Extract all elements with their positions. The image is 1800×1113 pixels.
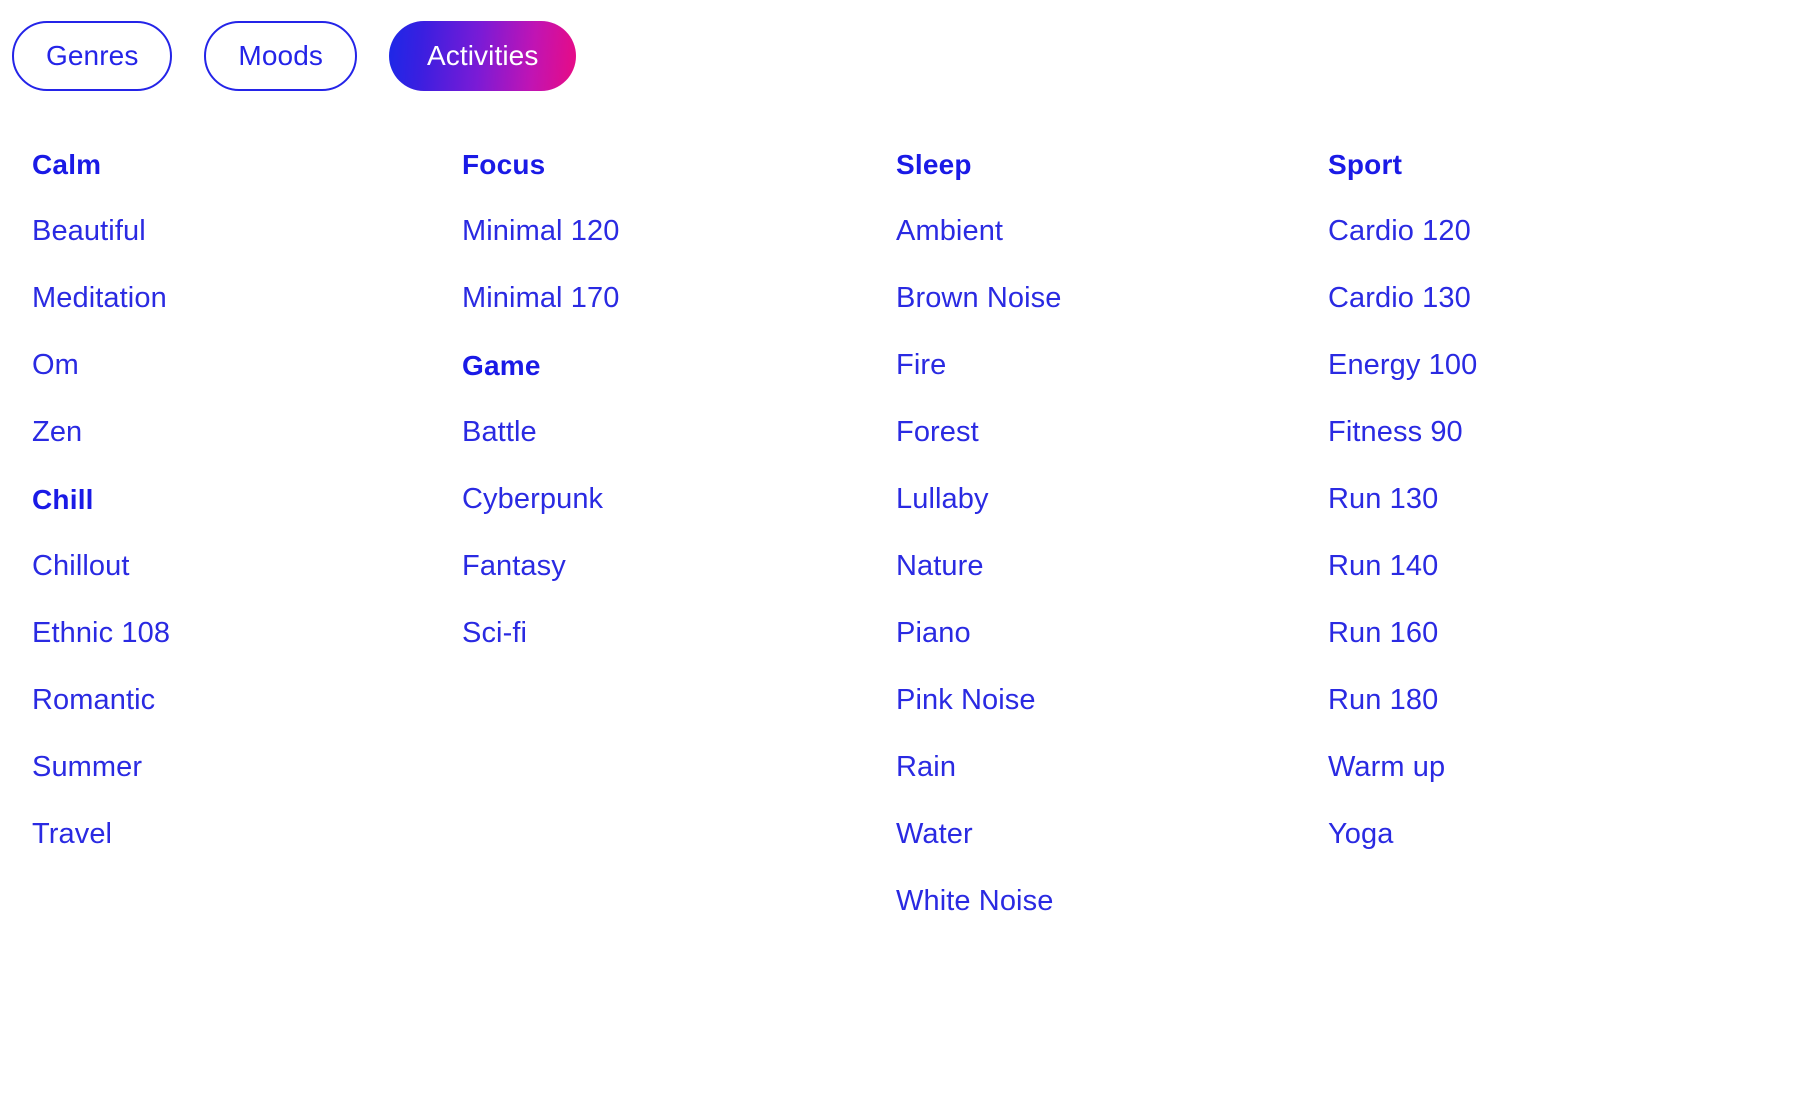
- category-link-fantasy[interactable]: Fantasy: [462, 550, 566, 583]
- filter-tab-genres[interactable]: Genres: [12, 21, 173, 91]
- list-row[interactable]: Om: [32, 332, 432, 399]
- category-link-run-180[interactable]: Run 180: [1328, 684, 1438, 717]
- list-row: Chill: [32, 466, 432, 533]
- group-heading-game: Game: [462, 349, 541, 381]
- category-link-romantic[interactable]: Romantic: [32, 684, 155, 717]
- category-link-cardio-130[interactable]: Cardio 130: [1328, 282, 1471, 315]
- list-row[interactable]: Cardio 130: [1328, 265, 1748, 332]
- category-link-white-noise[interactable]: White Noise: [896, 885, 1053, 918]
- list-row[interactable]: Fantasy: [462, 533, 862, 600]
- category-link-travel[interactable]: Travel: [32, 818, 112, 851]
- list-row[interactable]: Romantic: [32, 667, 432, 734]
- list-row[interactable]: Water: [896, 801, 1296, 868]
- category-link-minimal-120[interactable]: Minimal 120: [462, 215, 619, 248]
- category-link-minimal-170[interactable]: Minimal 170: [462, 282, 619, 315]
- list-row[interactable]: Fitness 90: [1328, 399, 1748, 466]
- category-link-run-140[interactable]: Run 140: [1328, 550, 1438, 583]
- category-link-water[interactable]: Water: [896, 818, 973, 851]
- list-row[interactable]: Minimal 170: [462, 265, 862, 332]
- category-link-run-160[interactable]: Run 160: [1328, 617, 1438, 650]
- list-row[interactable]: Ambient: [896, 198, 1296, 265]
- column-3: Sleep Ambient Brown Noise Fire Forest Lullaby…: [896, 131, 1296, 935]
- category-link-fire[interactable]: Fire: [896, 349, 946, 382]
- category-link-zen[interactable]: Zen: [32, 416, 82, 449]
- list-row[interactable]: Piano: [896, 600, 1296, 667]
- column-4: Sport Cardio 120 Cardio 130 Energy 100 Fitne…: [1328, 131, 1748, 868]
- category-link-meditation[interactable]: Meditation: [32, 282, 167, 315]
- category-link-battle[interactable]: Battle: [462, 416, 537, 449]
- list-row[interactable]: Cyberpunk: [462, 466, 862, 533]
- category-link-cardio-120[interactable]: Cardio 120: [1328, 215, 1471, 248]
- list-row[interactable]: Lullaby: [896, 466, 1296, 533]
- category-link-summer[interactable]: Summer: [32, 751, 142, 784]
- list-row[interactable]: Pink Noise: [896, 667, 1296, 734]
- group-heading-chill: Chill: [32, 483, 94, 515]
- list-row[interactable]: Ethnic 108: [32, 600, 432, 667]
- list-row[interactable]: Run 140: [1328, 533, 1748, 600]
- list-row[interactable]: Energy 100: [1328, 332, 1748, 399]
- list-row[interactable]: Chillout: [32, 533, 432, 600]
- category-link-sci-fi[interactable]: Sci-fi: [462, 617, 527, 650]
- filter-tab-bar: Genres Moods Activities: [12, 21, 577, 91]
- category-link-cyberpunk[interactable]: Cyberpunk: [462, 483, 603, 516]
- column-2: Focus Minimal 120 Minimal 170 Game Battle Cyb…: [462, 131, 862, 667]
- list-row: Focus: [462, 131, 862, 198]
- list-row[interactable]: Yoga: [1328, 801, 1748, 868]
- list-row[interactable]: Run 160: [1328, 600, 1748, 667]
- category-link-ambient[interactable]: Ambient: [896, 215, 1003, 248]
- list-row[interactable]: Cardio 120: [1328, 198, 1748, 265]
- category-link-om[interactable]: Om: [32, 349, 79, 382]
- category-link-chillout[interactable]: Chillout: [32, 550, 130, 583]
- list-row[interactable]: Beautiful: [32, 198, 432, 265]
- list-row[interactable]: Warm up: [1328, 734, 1748, 801]
- category-link-piano[interactable]: Piano: [896, 617, 971, 650]
- group-heading-calm: Calm: [32, 148, 102, 180]
- filter-tab-activities[interactable]: Activities: [388, 21, 577, 91]
- category-link-yoga[interactable]: Yoga: [1328, 818, 1393, 851]
- list-row[interactable]: Run 130: [1328, 466, 1748, 533]
- category-link-pink-noise[interactable]: Pink Noise: [896, 684, 1036, 717]
- list-row: Calm: [32, 131, 432, 198]
- category-link-nature[interactable]: Nature: [896, 550, 984, 583]
- list-row[interactable]: Travel: [32, 801, 432, 868]
- category-link-beautiful[interactable]: Beautiful: [32, 215, 146, 248]
- list-row[interactable]: Run 180: [1328, 667, 1748, 734]
- category-link-rain[interactable]: Rain: [896, 751, 956, 784]
- list-row[interactable]: Brown Noise: [896, 265, 1296, 332]
- category-link-energy-100[interactable]: Energy 100: [1328, 349, 1477, 382]
- category-link-run-130[interactable]: Run 130: [1328, 483, 1438, 516]
- category-link-warm-up[interactable]: Warm up: [1328, 751, 1445, 784]
- group-heading-focus: Focus: [462, 148, 546, 180]
- list-row[interactable]: Sci-fi: [462, 600, 862, 667]
- list-row[interactable]: Battle: [462, 399, 862, 466]
- group-heading-sport: Sport: [1328, 148, 1403, 180]
- list-row: Sport: [1328, 131, 1748, 198]
- category-link-forest[interactable]: Forest: [896, 416, 979, 449]
- column-1: Calm Beautiful Meditation Om Zen Chill Chillou…: [32, 131, 432, 868]
- category-link-ethnic-108[interactable]: Ethnic 108: [32, 617, 170, 650]
- list-row[interactable]: Forest: [896, 399, 1296, 466]
- list-row[interactable]: Minimal 120: [462, 198, 862, 265]
- category-link-fitness-90[interactable]: Fitness 90: [1328, 416, 1463, 449]
- list-row[interactable]: Nature: [896, 533, 1296, 600]
- list-row[interactable]: White Noise: [896, 868, 1296, 935]
- category-link-brown-noise[interactable]: Brown Noise: [896, 282, 1062, 315]
- filter-tab-moods[interactable]: Moods: [204, 21, 357, 91]
- list-row: Sleep: [896, 131, 1296, 198]
- list-row[interactable]: Rain: [896, 734, 1296, 801]
- list-row[interactable]: Fire: [896, 332, 1296, 399]
- list-row[interactable]: Zen: [32, 399, 432, 466]
- list-row[interactable]: Summer: [32, 734, 432, 801]
- category-link-lullaby[interactable]: Lullaby: [896, 483, 989, 516]
- list-row[interactable]: Meditation: [32, 265, 432, 332]
- list-row: Game: [462, 332, 862, 399]
- group-heading-sleep: Sleep: [896, 148, 972, 180]
